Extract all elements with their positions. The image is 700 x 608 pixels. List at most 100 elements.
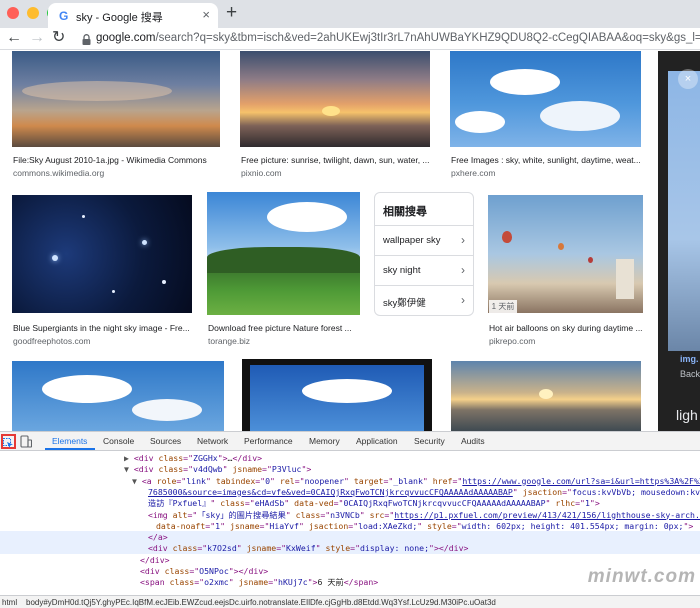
reload-button[interactable]: ↻ xyxy=(52,29,65,47)
tab-console[interactable]: Console xyxy=(103,436,134,446)
code-token: " xyxy=(228,577,239,588)
code-token: class xyxy=(158,453,184,463)
breadcrumb-body[interactable]: body#yDmH0d.tQj5Y.ghyPEc.IqBfM.ecJEib.EW… xyxy=(26,596,496,608)
minimize-window-button[interactable] xyxy=(27,7,39,19)
preview-title[interactable]: img. xyxy=(680,354,699,364)
code-token: display: none; xyxy=(360,543,430,554)
result-image-5[interactable] xyxy=(207,192,360,315)
preview-image[interactable] xyxy=(668,71,700,351)
inspect-element-button[interactable] xyxy=(1,434,16,449)
code-token: "></div> xyxy=(429,543,469,554)
code-token: " xyxy=(285,509,296,520)
result-image-9[interactable] xyxy=(451,361,641,431)
dom-node-line[interactable]: <img alt="「sky」的圖片搜尋結果" class="n3VNCb" s… xyxy=(148,510,700,521)
result-caption[interactable]: Free Images : sky, white, sunlight, dayt… xyxy=(451,155,642,165)
code-token: tabindex xyxy=(215,475,256,486)
code-token: data-ved xyxy=(294,498,334,509)
result-caption[interactable]: Download free picture Nature forest ... xyxy=(208,323,360,333)
preview-panel: × img. Back ligh xyxy=(658,51,700,431)
result-caption[interactable]: File:Sky August 2010-1a.jpg - Wikimedia … xyxy=(13,155,221,165)
code-token: =" xyxy=(183,453,194,463)
code-token: =" xyxy=(384,509,395,520)
dom-node-line[interactable]: <span class="o2xmc" jsname="hKUj7c">6 天前… xyxy=(140,577,378,588)
collapse-triangle-icon[interactable]: ▼ xyxy=(124,464,134,474)
code-token: 0CAIQjRxqFwoTCNjkrcqvvucCFQAAAAAdAAAAABA… xyxy=(343,498,546,509)
code-token: class xyxy=(220,498,245,509)
code-token: "> xyxy=(217,453,228,463)
result-image-4[interactable] xyxy=(12,195,192,313)
code-token: " xyxy=(205,475,216,486)
tab-application[interactable]: Application xyxy=(356,436,398,446)
code-token: style xyxy=(325,543,351,554)
code-token: <div xyxy=(133,453,159,463)
dom-node-line[interactable]: data-noaft="1" jsname="HiaYvf" jsaction=… xyxy=(156,521,693,532)
result-image-3[interactable] xyxy=(450,51,641,147)
related-item-sky-night[interactable]: sky night › xyxy=(375,255,473,285)
code-token: jsname xyxy=(232,464,263,475)
tab-performance[interactable]: Performance xyxy=(244,436,293,446)
code-token: " xyxy=(417,520,428,531)
related-searches-title: 相關搜尋 xyxy=(383,206,427,218)
result-image-6[interactable] xyxy=(488,195,643,313)
dom-node-line[interactable]: </div> xyxy=(140,555,170,566)
code-token: rlhc xyxy=(555,498,576,509)
code-token: =" xyxy=(575,498,585,509)
code-token: rel xyxy=(279,475,295,486)
dom-node-line[interactable]: 造訪『Pxfuel』" class="eHAdSb" data-ved="0CA… xyxy=(148,498,600,509)
close-window-button[interactable] xyxy=(7,7,19,19)
code-token: "> xyxy=(683,520,694,531)
related-item-sky-person[interactable]: sky鄭伊健 › xyxy=(375,285,473,315)
code-token: target xyxy=(353,475,384,486)
dom-node-line[interactable]: <div class="k7O2sd" jsname="KxWeif" styl… xyxy=(148,543,468,554)
back-button[interactable]: ← xyxy=(6,29,22,47)
dom-node-line[interactable]: 7685000&source=images&cd=vfe&ved=0CAIQjR… xyxy=(148,487,700,498)
result-image-1[interactable] xyxy=(12,51,220,147)
code-token: class xyxy=(169,577,195,588)
forward-button[interactable]: → xyxy=(29,29,45,47)
active-tab-indicator xyxy=(45,448,95,450)
address-bar[interactable]: google.com/search?q=sky&tbm=isch&ved=2ah… xyxy=(96,32,700,44)
tab-network[interactable]: Network xyxy=(197,436,228,446)
result-image-8[interactable] xyxy=(242,359,432,431)
code-token: class xyxy=(172,543,198,554)
code-token: =" xyxy=(205,520,216,531)
tab-memory[interactable]: Memory xyxy=(309,436,340,446)
cursor-arrow-icon xyxy=(3,438,13,448)
code-token: k7O2sd xyxy=(207,543,237,554)
expand-triangle-icon[interactable]: ▶ xyxy=(124,453,134,463)
code-token: class xyxy=(158,464,184,475)
dom-node-line[interactable]: ▼ <div class="v4dQwb" jsname="P3Vluc"> xyxy=(124,464,311,475)
result-source: pikrepo.com xyxy=(489,336,536,346)
dom-node-line[interactable]: ▼ <a role="link" tabindex="0" rel="noope… xyxy=(132,476,700,487)
chevron-right-icon: › xyxy=(461,293,465,307)
close-icon[interactable]: × xyxy=(678,69,698,89)
result-caption[interactable]: Blue Supergiants in the night sky image … xyxy=(13,323,193,333)
device-toolbar-icon[interactable] xyxy=(20,435,32,448)
tab-elements[interactable]: Elements xyxy=(52,436,87,446)
result-source: commons.wikimedia.org xyxy=(13,168,105,178)
code-token: class xyxy=(295,509,321,520)
code-token: noopener xyxy=(304,475,344,486)
result-caption[interactable]: Free picture: sunrise, twilight, dawn, s… xyxy=(241,155,431,165)
code-token: =" xyxy=(189,566,200,576)
tab-sources[interactable]: Sources xyxy=(150,436,181,446)
tab-title: sky - Google 搜尋 xyxy=(76,12,163,24)
new-tab-button[interactable]: + xyxy=(226,3,237,23)
result-caption[interactable]: Hot air balloons on sky during daytime .… xyxy=(489,323,644,333)
tab-security[interactable]: Security xyxy=(414,436,445,446)
code-token: focus:kvVbVb; mousedown:kvVbVb xyxy=(571,486,700,497)
code-token: hKUj7c xyxy=(278,577,308,588)
code-token: " xyxy=(222,464,233,475)
collapse-triangle-icon[interactable]: ▼ xyxy=(132,476,142,486)
result-image-2[interactable] xyxy=(240,51,430,147)
code-token: "> xyxy=(589,498,600,509)
tab-close-icon[interactable]: × xyxy=(202,7,210,22)
active-tab[interactable]: G sky - Google 搜尋 × xyxy=(48,3,218,28)
breadcrumb-html[interactable]: html xyxy=(2,596,17,608)
dom-node-line[interactable]: </a> xyxy=(148,532,168,543)
tab-audits[interactable]: Audits xyxy=(461,436,485,446)
result-image-7[interactable] xyxy=(12,361,224,431)
dom-node-line[interactable]: <div class="O5NPoc"></div> xyxy=(140,566,268,577)
dom-node-line[interactable]: ▶ <div class="ZGGHx">…</div> xyxy=(124,453,262,464)
related-item-wallpaper-sky[interactable]: wallpaper sky › xyxy=(375,225,473,255)
